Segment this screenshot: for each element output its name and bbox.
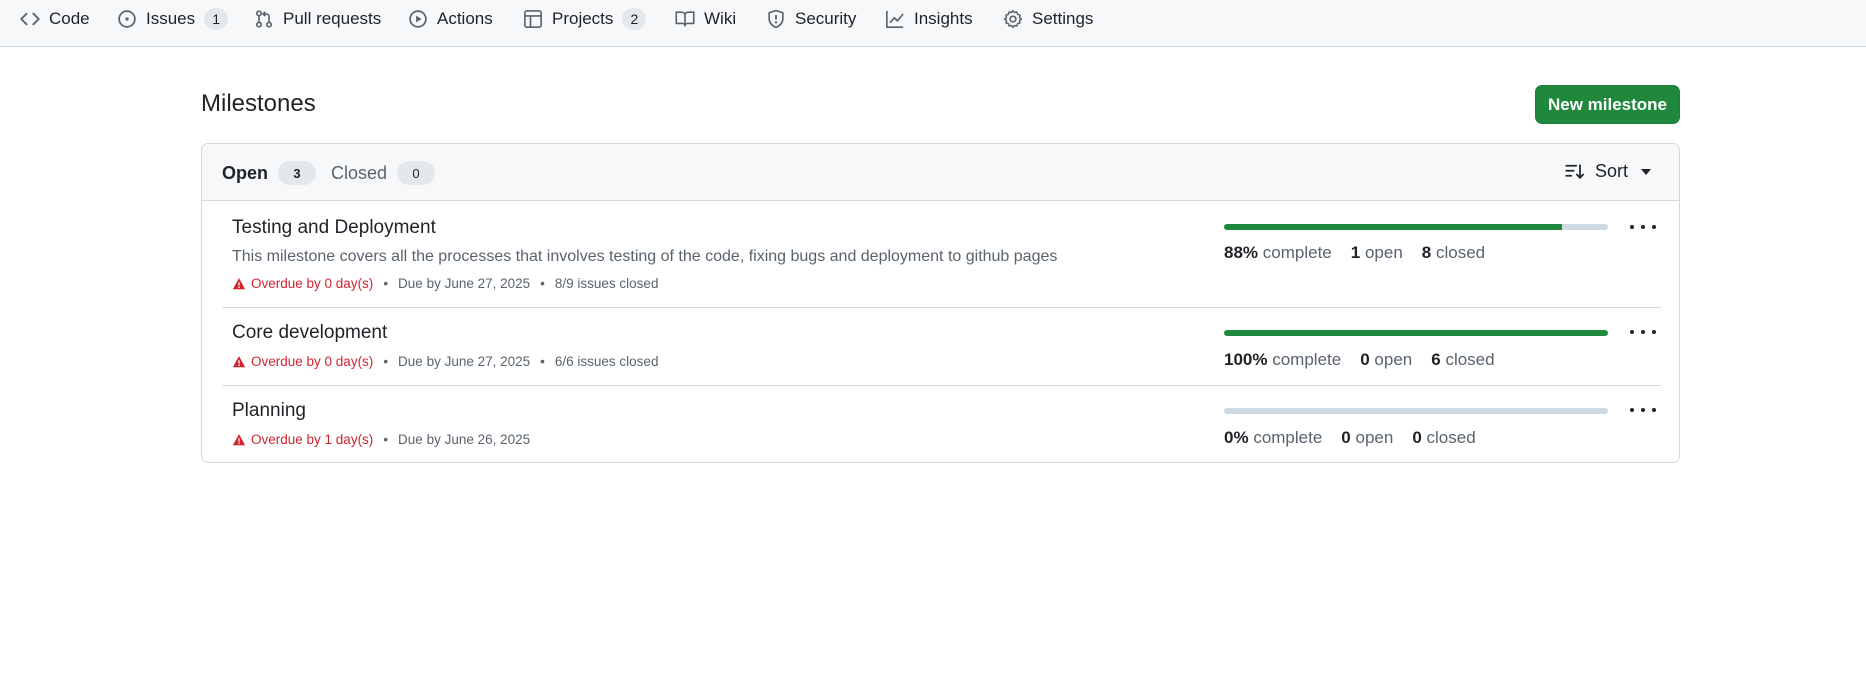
overdue-text: Overdue by 0 day(s) xyxy=(251,276,374,291)
tab-label: Actions xyxy=(437,9,493,28)
overdue-text: Overdue by 1 day(s) xyxy=(251,432,374,447)
graph-icon xyxy=(885,9,905,29)
open-issues-count[interactable]: 0 open xyxy=(1360,350,1412,370)
milestone-stats: 88% complete 1 open 8 closed xyxy=(1224,243,1504,263)
tab-actions[interactable]: Actions xyxy=(408,0,493,38)
sort-dropdown[interactable]: Sort xyxy=(1565,161,1651,182)
milestone-meta: Overdue by 1 day(s) • Due by June 26, 20… xyxy=(232,432,530,447)
chevron-down-icon xyxy=(1641,168,1651,175)
closed-filter-label: Closed xyxy=(331,162,388,183)
percent-complete: 100% complete xyxy=(1224,350,1342,369)
separator-dot: • xyxy=(383,432,389,447)
milestone-title-link[interactable]: Testing and Deployment xyxy=(232,217,436,239)
progress-fill xyxy=(1224,330,1608,336)
closed-filter[interactable]: Closed 0 xyxy=(331,161,436,185)
overdue-status: Overdue by 1 day(s) xyxy=(232,432,373,447)
milestone-row: Core development Overdue by 0 day(s) • D… xyxy=(222,308,1661,385)
alert-icon xyxy=(232,433,246,447)
tab-label: Insights xyxy=(914,9,973,28)
separator-dot: • xyxy=(540,354,545,369)
progress-fill xyxy=(1224,224,1562,230)
separator-dot: • xyxy=(383,354,389,369)
tab-security[interactable]: Security xyxy=(766,0,856,38)
issues-closed-summary: 6/6 issues closed xyxy=(554,354,659,369)
git-pull-request-icon xyxy=(254,9,274,29)
open-filter-label: Open xyxy=(222,162,269,183)
open-issues-count[interactable]: 1 open xyxy=(1351,243,1403,263)
gear-icon xyxy=(1003,9,1023,29)
milestone-row: Planning Overdue by 1 day(s) • Due by Ju… xyxy=(222,386,1661,462)
kebab-menu-icon[interactable] xyxy=(1630,217,1656,237)
milestone-row: Testing and Deployment This milestone co… xyxy=(222,201,1661,306)
closed-issues-count[interactable]: 8 closed xyxy=(1422,243,1485,263)
issues-counter: 1 xyxy=(204,8,229,30)
closed-issues-count[interactable]: 0 closed xyxy=(1412,428,1475,448)
play-icon xyxy=(408,9,428,29)
projects-counter: 2 xyxy=(622,8,647,30)
milestone-stats: 100% complete 0 open 6 closed xyxy=(1224,350,1514,370)
percent-complete: 88% complete xyxy=(1224,243,1332,262)
closed-count-badge: 0 xyxy=(397,161,436,185)
milestone-meta: Overdue by 0 day(s) • Due by June 27, 20… xyxy=(232,276,658,291)
tab-label: Projects xyxy=(552,9,614,28)
separator-dot: • xyxy=(540,276,545,291)
tab-pull-requests[interactable]: Pull requests xyxy=(254,0,381,38)
sort-desc-icon xyxy=(1565,162,1585,182)
milestone-title-link[interactable]: Core development xyxy=(232,322,387,344)
code-icon xyxy=(20,9,40,29)
due-date: Due by June 26, 2025 xyxy=(398,432,531,447)
due-date: Due by June 27, 2025 xyxy=(398,276,531,291)
percent-complete: 0% complete xyxy=(1224,428,1323,447)
progress-bar xyxy=(1224,408,1608,414)
sort-label: Sort xyxy=(1594,161,1628,181)
book-icon xyxy=(675,9,695,29)
issues-closed-summary: 8/9 issues closed xyxy=(554,276,659,291)
overdue-status: Overdue by 0 day(s) xyxy=(232,276,373,291)
tab-label: Wiki xyxy=(704,9,737,28)
tab-issues[interactable]: Issues 1 xyxy=(117,0,229,38)
progress-bar xyxy=(1224,224,1608,230)
alert-icon xyxy=(232,277,246,291)
shield-icon xyxy=(766,9,786,29)
overdue-status: Overdue by 0 day(s) xyxy=(232,354,373,369)
kebab-menu-icon[interactable] xyxy=(1630,322,1656,342)
repo-nav: Code Issues 1 Pull requests Actions Proj… xyxy=(0,0,1866,47)
tab-insights[interactable]: Insights xyxy=(885,0,973,38)
separator-dot: • xyxy=(383,276,389,291)
closed-issues-count[interactable]: 6 closed xyxy=(1431,350,1494,370)
table-icon xyxy=(523,9,543,29)
tab-label: Security xyxy=(795,9,857,28)
alert-icon xyxy=(232,355,246,369)
tab-label: Issues xyxy=(146,9,196,28)
tab-settings[interactable]: Settings xyxy=(1003,0,1093,38)
due-date: Due by June 27, 2025 xyxy=(398,354,531,369)
open-filter[interactable]: Open 3 xyxy=(222,161,317,185)
milestones-list-header: Open 3 Closed 0 Sort xyxy=(202,144,1679,201)
issue-opened-icon xyxy=(117,9,137,29)
tab-projects[interactable]: Projects 2 xyxy=(523,0,647,38)
tab-code[interactable]: Code xyxy=(20,0,90,38)
tab-wiki[interactable]: Wiki xyxy=(675,0,736,38)
kebab-menu-icon[interactable] xyxy=(1630,400,1656,420)
tab-label: Pull requests xyxy=(283,9,382,28)
open-count-badge: 3 xyxy=(278,161,317,185)
milestones-list: Open 3 Closed 0 Sort Testing and Deploym… xyxy=(201,143,1680,463)
overdue-text: Overdue by 0 day(s) xyxy=(251,354,374,369)
open-issues-count[interactable]: 0 open xyxy=(1341,428,1393,448)
milestone-title-link[interactable]: Planning xyxy=(232,400,306,422)
page-title: Milestones xyxy=(201,90,316,117)
milestone-description: This milestone covers all the processes … xyxy=(232,248,1058,265)
milestone-stats: 0% complete 0 open 0 closed xyxy=(1224,428,1495,448)
tab-label: Code xyxy=(49,9,90,28)
tab-label: Settings xyxy=(1032,9,1094,28)
new-milestone-button[interactable]: New milestone xyxy=(1535,85,1680,124)
milestone-meta: Overdue by 0 day(s) • Due by June 27, 20… xyxy=(232,354,658,369)
progress-bar xyxy=(1224,330,1608,336)
